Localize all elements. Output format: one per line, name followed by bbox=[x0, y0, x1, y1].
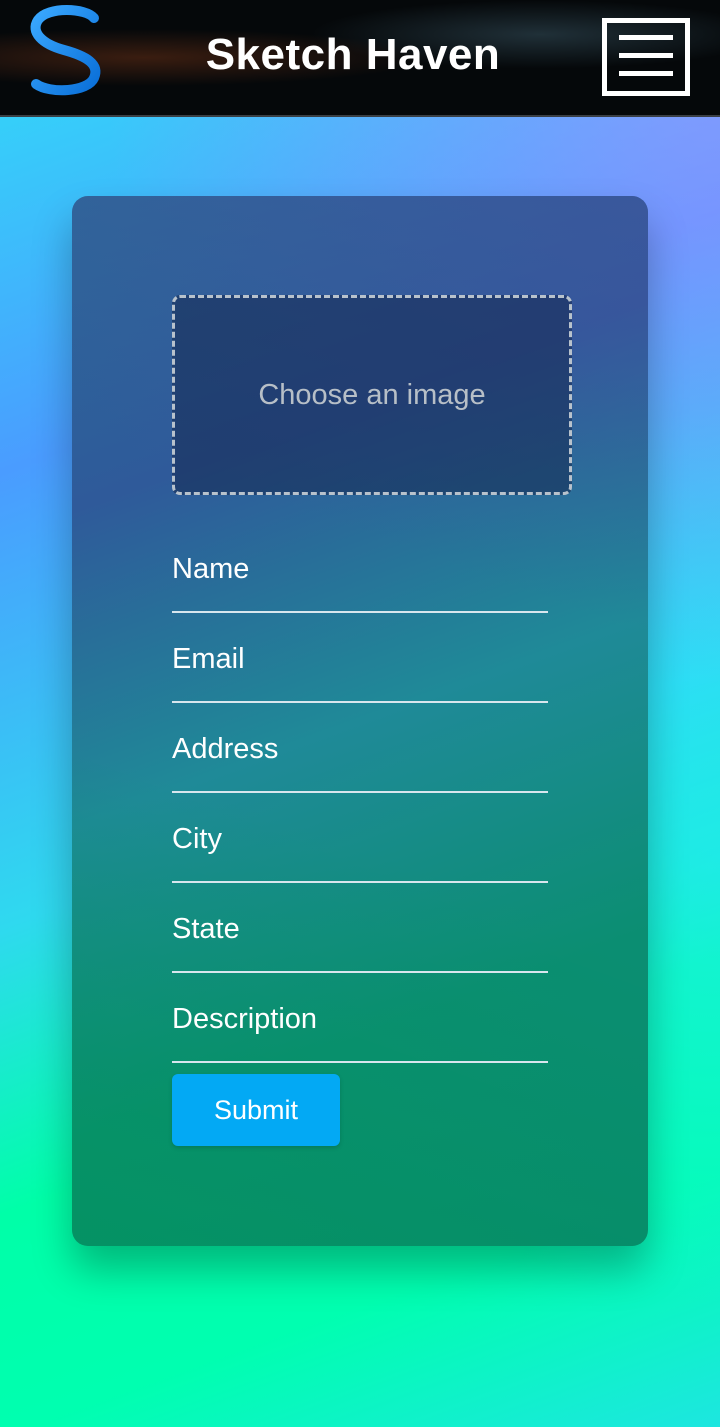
submit-button[interactable]: Submit bbox=[172, 1074, 340, 1146]
top-navbar: Sketch Haven bbox=[0, 0, 720, 117]
address-field bbox=[172, 717, 548, 793]
menu-bar bbox=[619, 35, 673, 40]
hamburger-menu-button[interactable] bbox=[602, 18, 690, 96]
city-input[interactable] bbox=[172, 817, 548, 861]
email-input[interactable] bbox=[172, 637, 548, 681]
menu-bar bbox=[619, 71, 673, 76]
state-input[interactable] bbox=[172, 907, 548, 951]
menu-bar bbox=[619, 53, 673, 58]
upload-form-card: Choose an image Submit bbox=[72, 196, 648, 1246]
image-upload-dropzone[interactable]: Choose an image bbox=[172, 295, 572, 495]
app-title: Sketch Haven bbox=[205, 30, 501, 79]
description-input[interactable] bbox=[172, 997, 548, 1041]
city-field bbox=[172, 807, 548, 883]
state-field bbox=[172, 897, 548, 973]
name-input[interactable] bbox=[172, 547, 548, 591]
name-field bbox=[172, 537, 548, 613]
email-field bbox=[172, 627, 548, 703]
upload-label: Choose an image bbox=[258, 378, 486, 411]
address-input[interactable] bbox=[172, 727, 548, 771]
description-field bbox=[172, 987, 548, 1063]
